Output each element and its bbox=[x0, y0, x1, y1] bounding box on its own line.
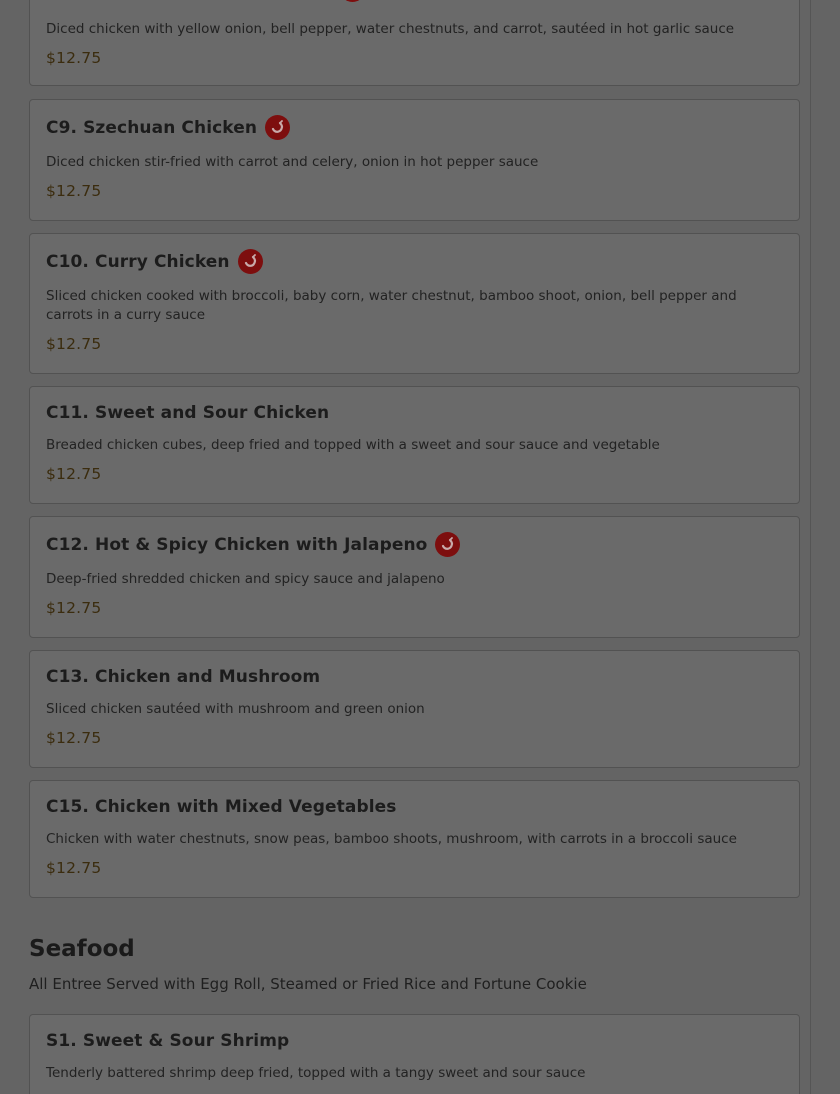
menu-item-description: Chicken with water chestnuts, snow peas,… bbox=[46, 831, 737, 847]
menu-item-description: Diced chicken with yellow onion, bell pe… bbox=[46, 21, 735, 37]
menu-item-description: Diced chicken stir-fried with carrot and… bbox=[46, 154, 539, 170]
menu-item-card[interactable]: Diced chicken with yellow onion, bell pe… bbox=[29, 0, 800, 86]
menu-item-description: Sliced chicken cooked with broccoli, bab… bbox=[46, 288, 737, 323]
menu-item-card[interactable]: C9. Szechuan Chicken Diced chicken stir-… bbox=[29, 99, 800, 221]
menu-page: Diced chicken with yellow onion, bell pe… bbox=[0, 0, 840, 1094]
menu-item-price: $12.75 bbox=[46, 182, 102, 200]
menu-item-name: S1. Sweet & Sour Shrimp bbox=[46, 1031, 290, 1051]
chili-pepper-icon bbox=[237, 249, 263, 274]
menu-item-price: $12.75 bbox=[46, 859, 102, 877]
chili-pepper-icon bbox=[435, 532, 461, 557]
menu-item-name: C12. Hot & Spicy Chicken with Jalapeno bbox=[46, 534, 428, 555]
menu-item-card[interactable]: S1. Sweet & Sour Shrimp Tenderly battere… bbox=[29, 1014, 800, 1094]
chili-pepper-icon bbox=[340, 0, 365, 2]
menu-item-price: $12.75 bbox=[46, 465, 102, 483]
menu-item-description: Deep-fried shredded chicken and spicy sa… bbox=[46, 571, 445, 587]
menu-item-price: $12.75 bbox=[46, 49, 102, 67]
menu-item-price: $12.75 bbox=[46, 335, 102, 353]
menu-item-card[interactable]: C11. Sweet and Sour Chicken Breaded chic… bbox=[29, 386, 800, 504]
menu-item-name: C11. Sweet and Sour Chicken bbox=[46, 403, 330, 423]
menu-item-card[interactable]: C13. Chicken and Mushroom Sliced chicken… bbox=[29, 650, 800, 768]
menu-item-name: C9. Szechuan Chicken bbox=[46, 117, 258, 138]
menu-item-card[interactable]: C12. Hot & Spicy Chicken with Jalapeno D… bbox=[29, 516, 800, 638]
menu-item-name: C10. Curry Chicken bbox=[46, 251, 230, 272]
menu-item-price: $12.75 bbox=[46, 729, 102, 747]
scrollbar-track[interactable] bbox=[810, 0, 811, 1094]
menu-item-description: Breaded chicken cubes, deep fried and to… bbox=[46, 437, 660, 453]
menu-item-card[interactable]: C10. Curry Chicken Sliced chicken cooked… bbox=[29, 233, 800, 374]
menu-item-price: $12.75 bbox=[46, 599, 102, 617]
section-title: Seafood bbox=[29, 936, 135, 962]
menu-item-name: C15. Chicken with Mixed Vegetables bbox=[46, 797, 397, 817]
chili-pepper-icon bbox=[265, 115, 291, 140]
menu-item-description: Sliced chicken sautéed with mushroom and… bbox=[46, 701, 425, 717]
menu-item-name: C13. Chicken and Mushroom bbox=[46, 667, 321, 687]
section-subtitle: All Entree Served with Egg Roll, Steamed… bbox=[29, 975, 587, 993]
menu-item-card[interactable]: C15. Chicken with Mixed Vegetables Chick… bbox=[29, 780, 800, 898]
menu-item-description: Tenderly battered shrimp deep fried, top… bbox=[46, 1065, 586, 1081]
